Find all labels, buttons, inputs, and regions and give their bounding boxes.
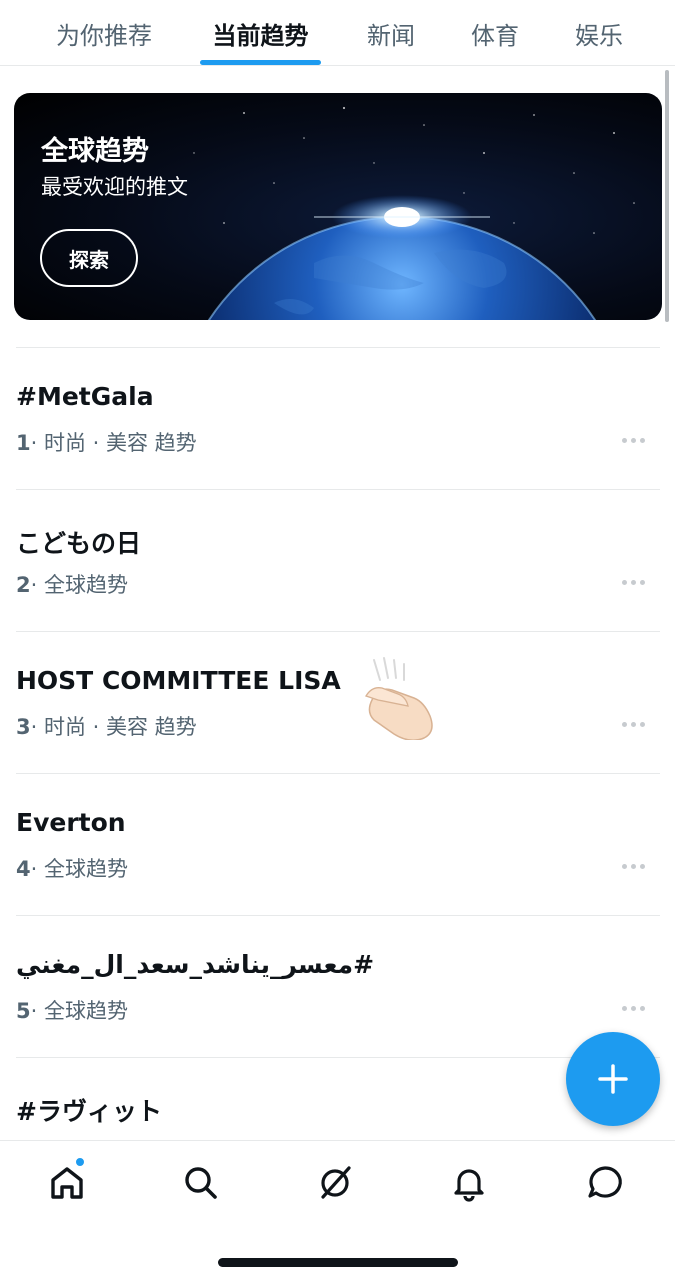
banner-title: 全球趋势 <box>41 136 149 167</box>
trend-rank: 2 <box>16 573 31 597</box>
trend-item[interactable]: #MetGala 1· 时尚 · 美容 趋势 <box>16 347 660 489</box>
trend-meta: 5· 全球趋势 <box>16 995 128 1025</box>
trend-category: · 全球趋势 <box>30 573 128 597</box>
nav-spaces[interactable] <box>313 1161 357 1205</box>
more-icon[interactable] <box>622 722 648 728</box>
trend-item[interactable]: HOST COMMITTEE LISA 3· 时尚 · 美容 趋势 <box>16 631 660 773</box>
more-icon[interactable] <box>622 438 648 444</box>
trend-name: #ラヴィット <box>16 1097 162 1126</box>
tab-trending[interactable]: 当前趋势 <box>200 0 321 66</box>
trend-meta: 1· 时尚 · 美容 趋势 <box>16 427 197 457</box>
tab-sports[interactable]: 体育 <box>460 0 530 66</box>
trend-rank: 4 <box>16 857 31 881</box>
trend-category: · 全球趋势 <box>30 857 128 881</box>
home-icon <box>51 1167 83 1199</box>
explore-tabs: 为你推荐 当前趋势 新闻 体育 娱乐 <box>0 0 675 66</box>
trend-category: · 时尚 · 美容 趋势 <box>30 715 197 739</box>
more-icon[interactable] <box>622 1006 648 1012</box>
tab-for-you[interactable]: 为你推荐 <box>40 0 168 66</box>
banner-subtitle: 最受欢迎的推文 <box>41 175 188 199</box>
notification-dot <box>75 1157 85 1167</box>
compose-button[interactable] <box>566 1032 660 1126</box>
scrollbar[interactable] <box>665 70 669 322</box>
trend-name: #MetGala <box>16 382 154 411</box>
active-tab-indicator <box>200 60 321 65</box>
trend-item[interactable]: #معسر_يناشد_سعد_ال_مغني 5· 全球趋势 <box>16 915 660 1057</box>
plus-icon <box>598 1064 628 1094</box>
nav-home[interactable] <box>45 1161 89 1205</box>
nav-search[interactable] <box>179 1161 223 1205</box>
bottom-navigation <box>0 1140 675 1280</box>
trend-meta: 2· 全球趋势 <box>16 569 128 599</box>
trend-meta: 3· 时尚 · 美容 趋势 <box>16 711 197 741</box>
more-icon[interactable] <box>622 864 648 870</box>
bell-icon <box>454 1169 484 1202</box>
explore-button[interactable]: 探索 <box>40 229 138 287</box>
nav-messages[interactable] <box>583 1161 627 1205</box>
trend-rank: 5 <box>16 999 31 1023</box>
trend-category: · 时尚 · 美容 趋势 <box>30 431 197 455</box>
trend-item[interactable]: Everton 4· 全球趋势 <box>16 773 660 915</box>
explore-screen: 为你推荐 当前趋势 新闻 体育 娱乐 全球趋势 最受欢迎的推文 探索 #MetG… <box>0 0 675 1280</box>
trend-name: Everton <box>16 808 126 837</box>
global-trends-banner[interactable]: 全球趋势 最受欢迎的推文 探索 <box>14 93 662 320</box>
communities-icon <box>321 1166 351 1199</box>
tab-entertainment[interactable]: 娱乐 <box>564 0 634 66</box>
trend-category: · 全球趋势 <box>30 999 128 1023</box>
trend-name: こどもの日 <box>16 529 142 558</box>
messages-icon <box>588 1166 622 1198</box>
nav-notifications[interactable] <box>447 1161 491 1205</box>
clapping-hands-icon <box>365 657 433 740</box>
tab-news[interactable]: 新闻 <box>356 0 426 66</box>
trend-name: HOST COMMITTEE LISA <box>16 666 341 695</box>
trend-meta: 4· 全球趋势 <box>16 853 128 883</box>
more-icon[interactable] <box>622 580 648 586</box>
search-icon <box>185 1167 217 1199</box>
trend-rank: 1 <box>16 431 31 455</box>
home-indicator[interactable] <box>218 1258 458 1267</box>
trend-name: #معسر_يناشد_سعد_ال_مغني <box>16 950 375 979</box>
trend-rank: 3 <box>16 715 31 739</box>
trend-item[interactable]: こどもの日 2· 全球趋势 <box>16 489 660 631</box>
